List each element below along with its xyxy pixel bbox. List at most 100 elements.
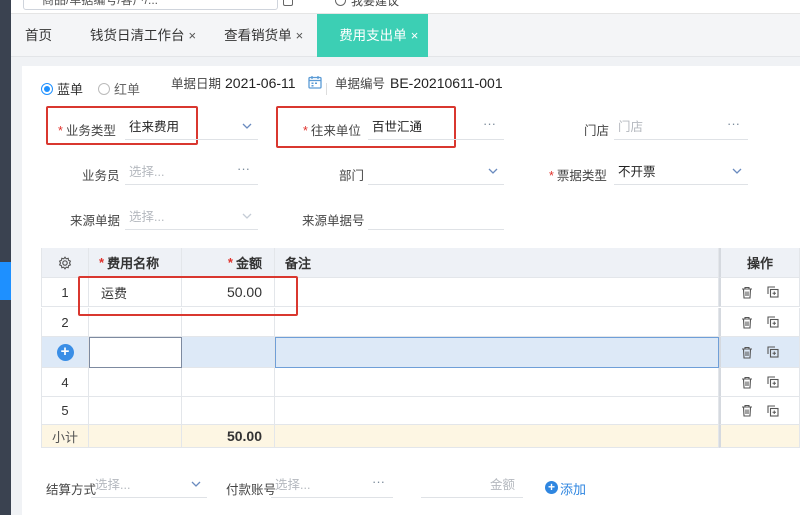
trash-icon[interactable]	[741, 316, 753, 329]
radio-label: 蓝单	[57, 82, 84, 97]
invoice-type-label: * 票据类型	[549, 165, 607, 184]
row-operations	[719, 278, 800, 307]
cell-amount[interactable]	[182, 368, 275, 397]
tab-cash-workbench[interactable]: 钱货日清工作台 ×	[66, 14, 210, 57]
trash-icon[interactable]	[741, 376, 753, 389]
number-label: 单据编号	[335, 77, 386, 91]
more-icon[interactable]: ···	[483, 111, 496, 137]
column-settings-header[interactable]	[41, 248, 89, 278]
more-icon[interactable]: ···	[372, 469, 385, 495]
tab-label: 查看销货单	[224, 28, 292, 43]
input-placeholder: 选择...	[129, 165, 165, 179]
settlement-method-select[interactable]: 选择...	[91, 472, 207, 498]
subtotal-remark-cell	[275, 425, 719, 448]
app-window: 商品/单据编号/客户/... 我要建议 首页 钱货日清工作台 × 查看销货单 ×…	[0, 0, 800, 515]
close-icon[interactable]: ×	[411, 14, 419, 57]
trash-icon[interactable]	[741, 404, 753, 417]
source-no-label: 来源单据号	[302, 214, 365, 228]
tab-expense-order[interactable]: 费用支出单 ×	[317, 14, 429, 57]
payment-account-input[interactable]: 选择... ···	[271, 472, 393, 498]
date-value[interactable]: 2021-06-11	[225, 75, 296, 91]
cell-expense-name[interactable]	[89, 397, 182, 425]
subtotal-label: 小计	[41, 425, 89, 448]
global-search-input[interactable]: 商品/单据编号/客户/...	[23, 0, 278, 10]
add-circle-icon[interactable]: +	[545, 481, 558, 494]
row-number: 5	[41, 397, 89, 425]
header-text: 备注	[285, 256, 312, 271]
copy-row-icon[interactable]	[767, 404, 779, 417]
tab-bar: 首页 钱货日清工作台 × 查看销货单 × 费用支出单 ×	[11, 14, 800, 57]
copy-row-icon[interactable]	[767, 286, 779, 298]
cell-remark[interactable]	[275, 278, 719, 307]
trash-icon[interactable]	[741, 286, 753, 299]
tab-label: 首页	[25, 28, 52, 43]
business-type-label: * 业务类型	[58, 120, 116, 139]
source-select[interactable]: 选择...	[125, 204, 258, 230]
header-expense-name: * 费用名称	[89, 248, 182, 278]
row-number: 4	[41, 368, 89, 397]
required-mark: *	[303, 124, 308, 138]
input-placeholder: 金额	[489, 478, 515, 492]
input-placeholder: 门店	[618, 120, 644, 134]
gear-icon[interactable]	[58, 255, 72, 270]
input-placeholder: 选择...	[129, 210, 165, 224]
close-icon[interactable]: ×	[189, 14, 197, 57]
source-no-input[interactable]	[368, 204, 504, 230]
radio-red-order[interactable]: 红单	[98, 79, 140, 98]
copy-row-icon[interactable]	[767, 346, 779, 358]
header-text: 操作	[746, 256, 773, 271]
table-row-add-cell[interactable]: +	[41, 337, 89, 368]
invoice-type-select[interactable]: 不开票	[614, 159, 748, 185]
salesman-input[interactable]: 选择... ···	[125, 159, 258, 185]
tab-view-sales-order[interactable]: 查看销货单 ×	[210, 14, 317, 57]
label-text: 票据类型	[556, 169, 607, 183]
add-settlement-link[interactable]: 添加	[560, 479, 586, 498]
dept-select[interactable]	[368, 159, 504, 185]
radio-label: 红单	[114, 82, 141, 97]
cell-remark[interactable]	[275, 337, 719, 368]
required-mark: *	[227, 255, 233, 270]
more-icon[interactable]: ···	[727, 111, 740, 137]
cell-remark[interactable]	[275, 308, 719, 337]
settlement-amount-input[interactable]: 金额	[421, 472, 523, 498]
input-value: 百世汇通	[372, 120, 423, 134]
more-icon[interactable]: ···	[237, 156, 250, 182]
row-operations	[719, 337, 800, 368]
cell-expense-name[interactable]	[89, 337, 182, 368]
header-remark: 备注	[275, 248, 719, 278]
counterparty-input[interactable]: 百世汇通 ···	[368, 114, 504, 140]
copy-row-icon[interactable]	[767, 316, 779, 328]
nav-active-indicator[interactable]	[0, 262, 11, 300]
close-icon[interactable]: ×	[296, 14, 304, 57]
row-operations	[719, 368, 800, 397]
row-operations	[719, 397, 800, 425]
highlight-box-first-row	[78, 276, 298, 316]
counterparty-label: * 往来单位	[303, 120, 361, 139]
left-nav-strip	[0, 0, 11, 515]
payment-account-label: 付款账号	[226, 483, 277, 497]
cell-remark[interactable]	[275, 397, 719, 425]
cell-remark[interactable]	[275, 368, 719, 397]
cell-amount[interactable]	[182, 397, 275, 425]
clock-icon[interactable]	[335, 0, 346, 6]
header-operations: 操作	[719, 248, 800, 278]
settlement-method-label: 结算方式	[46, 483, 97, 497]
store-input[interactable]: 门店 ···	[614, 114, 748, 140]
tab-home[interactable]: 首页	[11, 14, 66, 57]
business-type-select[interactable]: 往来费用	[125, 114, 258, 140]
header-text: 金额	[235, 256, 262, 271]
trash-icon[interactable]	[741, 346, 753, 359]
copy-row-icon[interactable]	[767, 376, 779, 388]
number-value: BE-20210611-001	[390, 75, 503, 91]
home-icon[interactable]	[283, 0, 293, 6]
cell-expense-name[interactable]	[89, 368, 182, 397]
header-divider	[326, 83, 327, 95]
chevron-down-icon	[191, 481, 201, 487]
radio-blue-order[interactable]: 蓝单	[41, 79, 83, 98]
label-text: 业务类型	[65, 124, 116, 138]
calendar-icon[interactable]	[308, 75, 322, 92]
add-row-icon[interactable]: +	[56, 343, 74, 361]
suggest-link[interactable]: 我要建议	[351, 0, 399, 9]
radio-unselected-icon	[98, 82, 110, 95]
cell-amount[interactable]	[182, 337, 275, 368]
